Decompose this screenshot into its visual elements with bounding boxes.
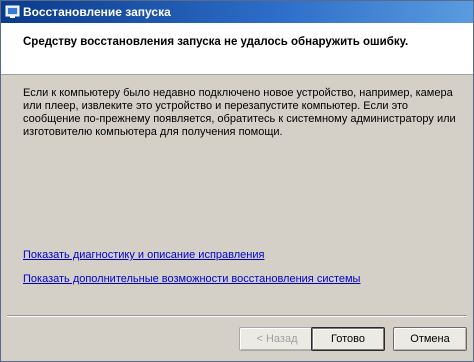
finish-button[interactable]: Готово <box>311 327 385 351</box>
startup-repair-dialog: Восстановление запуска Средству восстано… <box>0 0 474 362</box>
footer-divider <box>7 315 467 317</box>
title-bar[interactable]: Восстановление запуска <box>1 1 473 23</box>
description-text: Если к компьютеру было недавно подключен… <box>23 87 456 138</box>
header-message: Средству восстановления запуска не удало… <box>23 36 409 48</box>
show-diagnostics-link[interactable]: Показать диагностику и описание исправле… <box>23 249 264 261</box>
advanced-recovery-options-link[interactable]: Показать дополнительные возможности восс… <box>23 273 360 285</box>
window-title: Восстановление запуска <box>23 5 171 19</box>
back-button[interactable]: < Назад <box>239 327 315 351</box>
startup-repair-icon <box>5 4 21 20</box>
header-panel: Средству восстановления запуска не удало… <box>1 23 473 75</box>
cancel-button[interactable]: Отмена <box>393 327 467 351</box>
